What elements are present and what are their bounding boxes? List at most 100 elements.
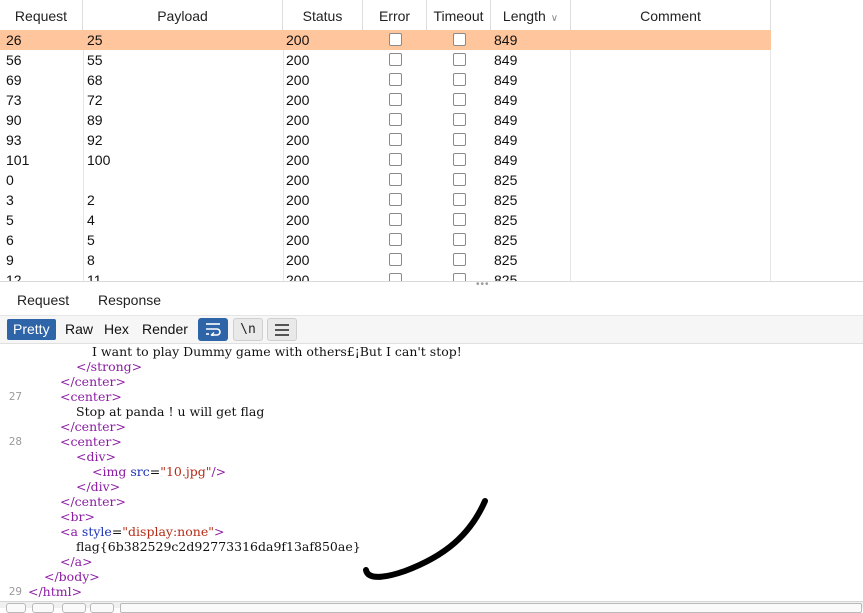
table-row[interactable]: 0 200 825 [0,170,771,190]
view-toolbar: Pretty Raw Hex Render \n [0,316,863,344]
length-cell: 849 [494,32,518,48]
html-tag-token: </html> [28,584,83,599]
timeout-checkbox[interactable] [453,133,466,146]
error-checkbox[interactable] [389,213,402,226]
table-row[interactable]: 6 5 200 825 [0,230,771,250]
error-checkbox[interactable] [389,233,402,246]
code-text: flag{6b382529c2d92773316da9f13af850ae} [76,539,361,554]
column-header-payload[interactable]: Payload [83,0,283,30]
code-line: <div> [0,449,863,464]
request-cell: 93 [6,132,22,148]
length-cell: 825 [494,272,518,281]
view-pretty-button[interactable]: Pretty [7,319,56,340]
table-row[interactable]: 3 2 200 825 [0,190,771,210]
request-cell: 90 [6,112,22,128]
code-text: <br> [60,509,95,524]
length-cell: 849 [494,152,518,168]
status-cell: 200 [286,272,310,281]
line-number: 29 [8,585,22,598]
column-header-error[interactable]: Error [363,0,427,30]
line-number: 28 [8,435,22,448]
timeout-checkbox[interactable] [453,53,466,66]
view-raw-button[interactable]: Raw [59,319,99,340]
tab-response[interactable]: Response [91,289,169,317]
timeout-checkbox[interactable] [453,213,466,226]
timeout-checkbox[interactable] [453,93,466,106]
table-row[interactable]: 9 8 200 825 [0,250,771,270]
table-row[interactable]: 93 92 200 849 [0,130,771,150]
error-checkbox[interactable] [389,93,402,106]
view-hex-button[interactable]: Hex [98,319,135,340]
html-tag-token: > [213,524,225,539]
table-header: Request Payload Status Error Timeout Len… [0,0,863,30]
response-code-editor[interactable]: I want to play Dummy game with others£¡B… [0,344,863,602]
request-cell: 26 [6,32,22,48]
table-row[interactable]: 101 100 200 849 [0,150,771,170]
column-header-length[interactable]: Length ∨ [491,0,571,30]
previous-icon[interactable] [62,603,86,613]
timeout-checkbox[interactable] [453,33,466,46]
show-newlines-button[interactable]: \n [233,318,263,341]
error-checkbox[interactable] [389,113,402,126]
code-line: <img src="10.jpg"/> [0,464,863,479]
drag-handle-icon[interactable]: ••• [476,280,490,290]
error-checkbox[interactable] [389,253,402,266]
timeout-checkbox[interactable] [453,73,466,86]
error-checkbox[interactable] [389,33,402,46]
table-row[interactable]: 56 55 200 849 [0,50,771,70]
code-text: <center> [60,434,122,449]
code-text: <center> [60,389,122,404]
tab-request[interactable]: Request [17,289,69,315]
timeout-checkbox[interactable] [453,113,466,126]
table-row[interactable]: 69 68 200 849 [0,70,771,90]
payload-cell: 11 [87,272,102,281]
word-wrap-button[interactable] [198,318,228,341]
settings-icon[interactable] [32,603,54,613]
error-checkbox[interactable] [389,133,402,146]
code-line: <br> [0,509,863,524]
table-row[interactable]: 12 11 200 825 [0,270,771,281]
column-header-request[interactable]: Request [0,0,83,30]
help-icon[interactable] [6,603,26,613]
next-icon[interactable] [90,603,114,613]
table-row[interactable]: 73 72 200 849 [0,90,771,110]
error-checkbox[interactable] [389,273,402,281]
column-header-timeout[interactable]: Timeout [427,0,491,30]
length-cell: 825 [494,212,518,228]
code-text: <a style="display:none"> [60,524,224,539]
timeout-checkbox[interactable] [453,193,466,206]
length-cell: 849 [494,112,518,128]
split-pane-divider[interactable]: ••• [0,280,863,290]
table-row[interactable]: 26 25 200 849 [0,30,771,50]
error-checkbox[interactable] [389,73,402,86]
timeout-checkbox[interactable] [453,273,466,281]
view-render-button[interactable]: Render [136,319,194,340]
request-cell: 73 [6,92,22,108]
request-cell: 0 [6,172,14,188]
payload-cell: 8 [87,252,95,268]
newline-icon: \n [240,322,256,337]
options-menu-button[interactable] [267,318,297,341]
timeout-checkbox[interactable] [453,153,466,166]
column-header-comment[interactable]: Comment [571,0,771,30]
error-checkbox[interactable] [389,193,402,206]
timeout-checkbox[interactable] [453,253,466,266]
search-input[interactable] [120,603,862,613]
table-row[interactable]: 90 89 200 849 [0,110,771,130]
column-header-status[interactable]: Status [283,0,363,30]
error-checkbox[interactable] [389,153,402,166]
error-checkbox[interactable] [389,53,402,66]
status-cell: 200 [286,92,310,108]
payload-cell: 68 [87,72,103,88]
text-token: I want to play Dummy game with others£¡B… [92,344,462,359]
table-row[interactable]: 5 4 200 825 [0,210,771,230]
chevron-down-icon: ∨ [550,13,559,24]
status-cell: 200 [286,32,310,48]
code-text: Stop at panda ! u will get flag [76,404,264,419]
status-cell: 200 [286,172,310,188]
error-checkbox[interactable] [389,173,402,186]
timeout-checkbox[interactable] [453,173,466,186]
code-text: <img src="10.jpg"/> [92,464,226,479]
timeout-checkbox[interactable] [453,233,466,246]
results-table: Request Payload Status Error Timeout Len… [0,0,863,281]
